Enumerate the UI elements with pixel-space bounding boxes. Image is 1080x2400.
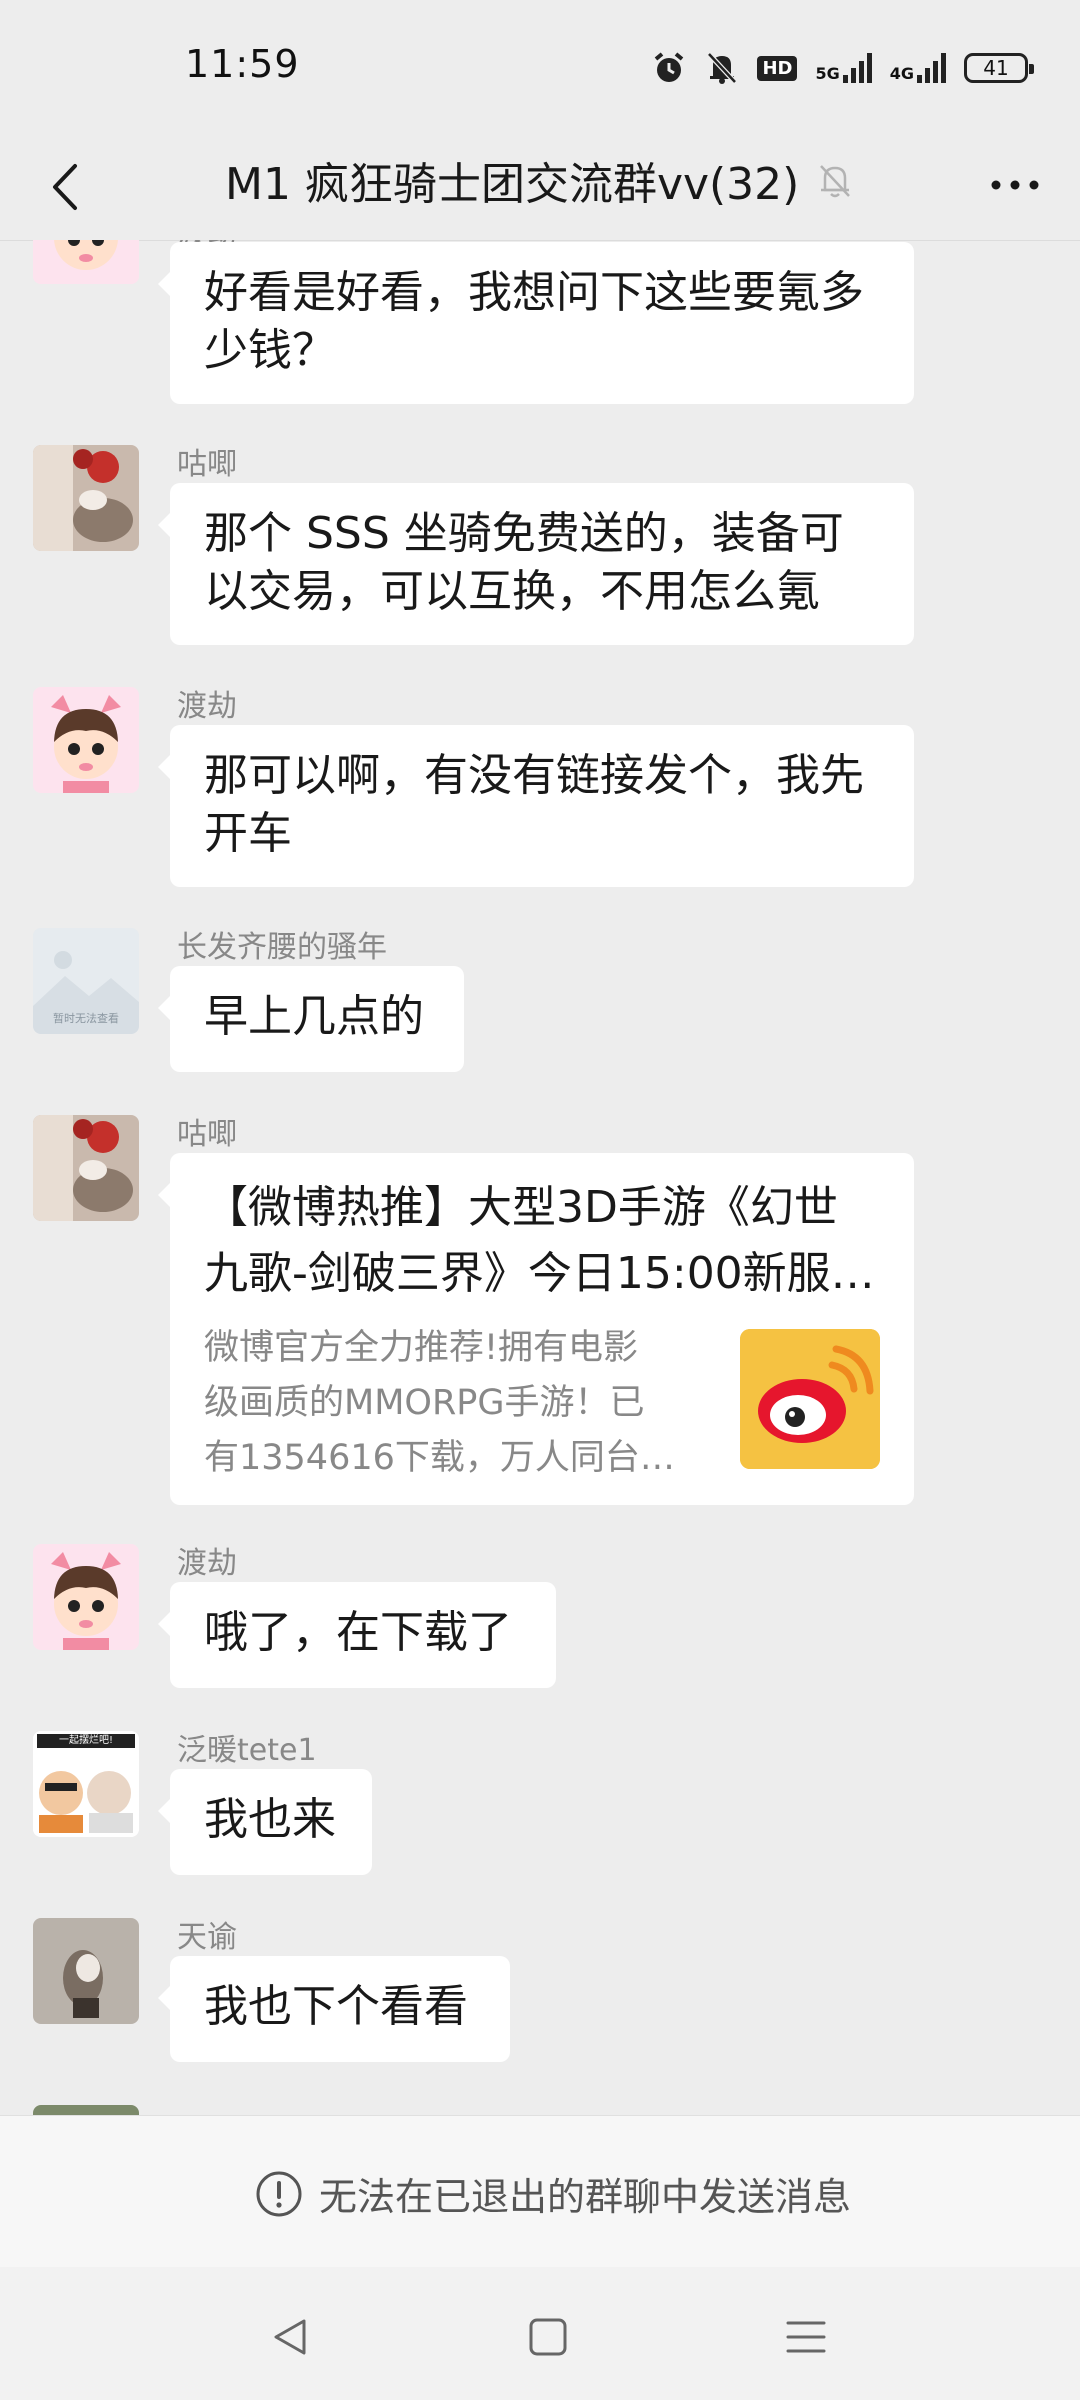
menu-lines-icon <box>786 2321 826 2353</box>
sender-name: 渡劫 <box>177 1546 237 1581</box>
message-list[interactable]: 渡劫 好看是好看，我想问下这些要氪多 少钱？ 咕唧 那个 SSS 坐骑免费送的，… <box>0 240 1080 2115</box>
exclamation-circle-icon <box>256 2171 302 2216</box>
chat-header: M1 疯狂骑士团交流群vv(32) <box>0 130 1080 241</box>
message-text: 哦了，在下载了 <box>204 1607 512 1658</box>
message-text-line: 以交易，可以互换，不用怎么氪 <box>204 566 820 617</box>
message-text-line: 少钱？ <box>204 325 336 376</box>
message-bubble[interactable]: 早上几点的 <box>158 966 464 1072</box>
photo-avatar-icon <box>33 445 139 551</box>
status-icons: HD 5G 4G 41 <box>651 46 1034 90</box>
link-card-title: 【微博热推】大型3D手游《幻世 九歌-剑破三界》今日15:00新服… <box>204 1175 880 1307</box>
pig-girl-avatar-icon <box>33 1544 139 1650</box>
sender-name: 咕唧 <box>177 1117 237 1152</box>
message-text: 我也下个看看 <box>204 1981 468 2032</box>
status-bar: 11:59 HD 5G 4G 41 <box>0 0 1080 130</box>
link-card[interactable]: 【微博热推】大型3D手游《幻世 九歌-剑破三界》今日15:00新服… 微博官方全… <box>158 1153 914 1505</box>
pig-girl-avatar-icon <box>33 687 139 793</box>
avatar-caption: 暂时无法查看 <box>53 1012 119 1025</box>
weibo-logo-icon <box>740 1329 880 1469</box>
more-dots-icon <box>991 180 1039 190</box>
back-button[interactable] <box>30 152 100 222</box>
sender-name: 泛暖tete1 <box>177 1733 317 1768</box>
message-bubble[interactable]: 我也下个看看 <box>158 1956 510 2062</box>
status-time: 11:59 <box>185 42 300 86</box>
avatar[interactable] <box>33 1918 139 2024</box>
message-text-line: 那个 SSS 坐骑免费送的，装备可 <box>204 508 844 559</box>
network-5g-label: 5G <box>815 64 840 83</box>
message-text: 我也来 <box>204 1794 336 1845</box>
link-card-desc-line: 有1354616下载，万人同台… <box>204 1438 675 1478</box>
message-text: 早上几点的 <box>204 991 424 1042</box>
link-card-title-line: 【微博热推】大型3D手游《幻世 <box>204 1182 838 1233</box>
sender-name: 渡劫 <box>177 689 237 724</box>
avatar[interactable]: 一起摆烂吧! <box>33 1731 139 1837</box>
avatar[interactable] <box>33 2105 139 2115</box>
link-card-thumbnail <box>740 1329 880 1469</box>
battery-level: 41 <box>983 56 1009 80</box>
notice-text: 无法在已退出的群聊中发送消息 <box>319 2175 852 2219</box>
photo-avatar-icon <box>33 1918 139 2024</box>
pig-girl-avatar-icon <box>33 240 139 284</box>
avatar[interactable] <box>33 1544 139 1650</box>
nav-home-button[interactable] <box>518 2307 578 2367</box>
mute-bell-icon <box>707 52 738 84</box>
square-home-icon <box>529 2318 567 2356</box>
photo-avatar-icon <box>33 1115 139 1221</box>
alarm-icon <box>655 52 684 82</box>
message-bubble[interactable]: 哦了，在下载了 <box>158 1582 556 1688</box>
message-bubble[interactable]: 我也来 <box>158 1769 372 1875</box>
message-text-line: 那可以啊，有没有链接发个，我先 <box>204 750 864 801</box>
message-bubble[interactable]: 那个 SSS 坐骑免费送的，装备可 以交易，可以互换，不用怎么氪 <box>158 483 914 645</box>
network-4g-label: 4G <box>889 64 914 83</box>
network-5g-icon: 5G <box>815 53 872 83</box>
triangle-back-icon <box>274 2319 306 2355</box>
hd-badge: HD <box>757 55 798 81</box>
muted-bell-icon <box>820 165 850 198</box>
sender-name: 咕唧 <box>177 447 237 482</box>
system-navigation-bar <box>0 2267 1080 2400</box>
message-text-line: 开车 <box>204 808 292 859</box>
more-options-button[interactable] <box>980 160 1050 210</box>
exited-group-notice: 无法在已退出的群聊中发送消息 <box>0 2115 1080 2268</box>
nav-recents-button[interactable] <box>776 2307 836 2367</box>
link-card-description: 微博官方全力推荐!拥有电影 级画质的MMORPG手游！已 有1354616下载，… <box>204 1321 694 1486</box>
network-4g-icon: 4G <box>890 53 946 83</box>
avatar-caption: 一起摆烂吧! <box>58 1735 113 1746</box>
chevron-left-icon <box>53 164 77 210</box>
avatar[interactable] <box>33 240 139 284</box>
message-text-line: 好看是好看，我想问下这些要氪多 <box>204 267 864 318</box>
avatar[interactable] <box>33 1115 139 1221</box>
message-bubble[interactable]: 好看是好看，我想问下这些要氪多 少钱？ <box>158 242 914 404</box>
avatar[interactable]: 暂时无法查看 <box>33 928 139 1034</box>
link-card-title-line: 九歌-剑破三界》今日15:00新服… <box>204 1248 875 1299</box>
sender-name: 长发齐腰的骚年 <box>177 930 387 965</box>
message-bubble[interactable]: 那可以啊，有没有链接发个，我先 开车 <box>158 725 914 887</box>
link-card-desc-line: 级画质的MMORPG手游！已 <box>204 1383 645 1423</box>
chat-title: M1 疯狂骑士团交流群vv(32) <box>225 159 800 210</box>
link-card-desc-line: 微博官方全力推荐!拥有电影 <box>204 1328 639 1368</box>
sender-name: 天谕 <box>177 1920 237 1955</box>
avatar[interactable] <box>33 687 139 793</box>
avatar[interactable] <box>33 445 139 551</box>
battery-icon: 41 <box>964 53 1034 83</box>
nav-back-button[interactable] <box>260 2307 320 2367</box>
